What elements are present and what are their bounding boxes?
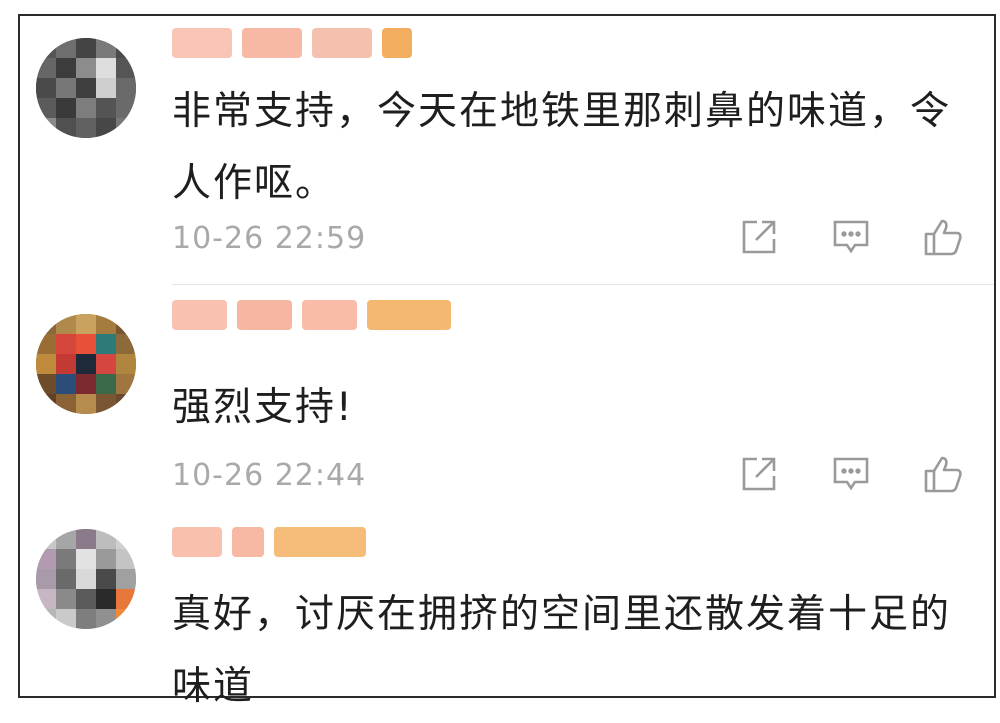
reply-icon[interactable] xyxy=(830,216,872,258)
comment-list: 非常支持，今天在地铁里那刺鼻的味道，令人作呕。 10-26 22:59 强烈支持… xyxy=(18,14,996,709)
reply-icon[interactable] xyxy=(830,453,872,495)
avatar[interactable] xyxy=(36,529,136,629)
comment-text: 强烈支持! xyxy=(172,385,354,430)
username-redacted[interactable] xyxy=(172,527,366,557)
share-icon[interactable] xyxy=(738,453,780,495)
comment-text: 非常支持，今天在地铁里那刺鼻的味道，令人作呕。 xyxy=(172,89,952,206)
comment-time: 10-26 22:59 xyxy=(172,221,367,256)
divider xyxy=(172,284,994,285)
comment-item: 真好，讨厌在拥挤的空间里还散发着十足的味道 xyxy=(20,511,994,709)
comment-item: 非常支持，今天在地铁里那刺鼻的味道，令人作呕。 10-26 22:59 xyxy=(20,16,994,286)
comment-text: 真好，讨厌在拥挤的空间里还散发着十足的味道 xyxy=(172,592,952,709)
like-icon[interactable] xyxy=(922,453,964,495)
username-redacted[interactable] xyxy=(172,300,451,330)
share-icon[interactable] xyxy=(738,216,780,258)
like-icon[interactable] xyxy=(922,216,964,258)
comment-item: 强烈支持! 10-26 22:44 xyxy=(20,286,994,511)
username-redacted[interactable] xyxy=(172,28,412,58)
avatar[interactable] xyxy=(36,38,136,138)
avatar[interactable] xyxy=(36,314,136,414)
comment-time: 10-26 22:44 xyxy=(172,458,367,493)
